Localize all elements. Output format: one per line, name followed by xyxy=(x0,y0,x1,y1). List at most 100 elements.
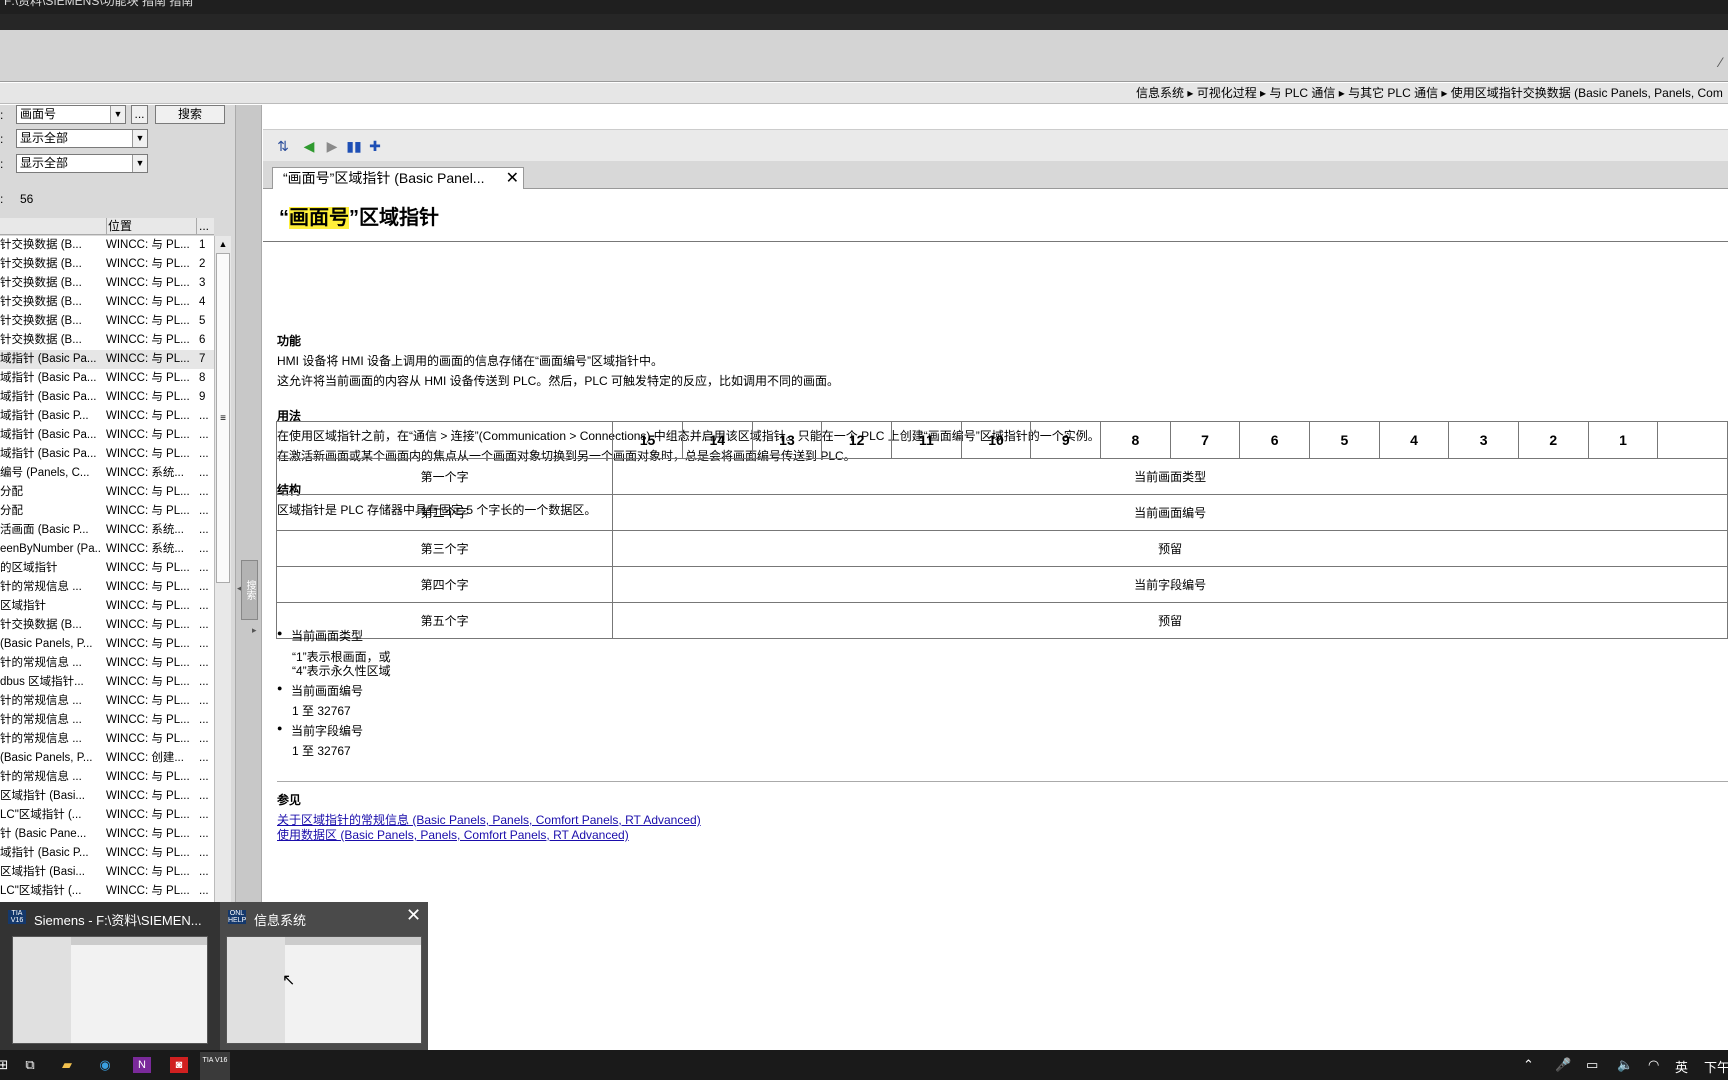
chevron-up-icon[interactable]: ▲ xyxy=(215,236,231,252)
result-row[interactable]: 针的常规信息 ... WINCC: 与 PL...... xyxy=(0,654,214,673)
column-more[interactable]: ... xyxy=(196,218,209,235)
chevron-down-icon[interactable]: ▼ xyxy=(110,106,125,123)
clock[interactable]: 下午 xyxy=(1704,1057,1728,1076)
result-row[interactable]: 针交换数据 (B... WINCC: 与 PL... 2 xyxy=(0,255,214,274)
bookmark-icon[interactable]: ▮▮ xyxy=(346,138,362,154)
search-input[interactable]: 画面号 ▼ xyxy=(16,105,126,124)
result-row[interactable]: (Basic Panels, P... WINCC: 创建...... xyxy=(0,749,214,768)
onenote-icon[interactable]: N xyxy=(133,1057,151,1073)
result-row[interactable]: 针的常规信息 ... WINCC: 与 PL...... xyxy=(0,578,214,597)
result-rank: 1 xyxy=(199,239,206,251)
show-hidden-icons-icon[interactable]: ⌃ xyxy=(1523,1057,1534,1073)
result-row[interactable]: 编号 (Panels, C... WINCC: 系统...... xyxy=(0,464,214,483)
result-row[interactable]: 针交换数据 (B... WINCC: 与 PL...... xyxy=(0,616,214,635)
result-row[interactable]: 域指针 (Basic Pa... WINCC: 与 PL... 9 xyxy=(0,388,214,407)
result-row[interactable]: 活画面 (Basic P... WINCC: 系统...... xyxy=(0,521,214,540)
microphone-icon[interactable]: 🎤 xyxy=(1555,1057,1571,1073)
app-red-icon[interactable]: ◙ xyxy=(170,1057,188,1073)
input-language[interactable]: 英 xyxy=(1675,1057,1688,1076)
result-row[interactable]: 域指针 (Basic P... WINCC: 与 PL...... xyxy=(0,844,214,863)
result-row[interactable]: 针交换数据 (B... WINCC: 与 PL... 3 xyxy=(0,274,214,293)
filter2-select[interactable]: 显示全部 ▼ xyxy=(16,154,148,173)
file-explorer-icon[interactable]: ▰ xyxy=(58,1057,76,1073)
search-button[interactable]: 搜索 xyxy=(155,105,225,124)
window-preview[interactable] xyxy=(226,936,422,1044)
thumbnail-help[interactable]: ONL HELP 信息系统 ✕ ↖ xyxy=(220,902,428,1050)
result-row[interactable]: eenByNumber (Pa... WINCC: 系统...... xyxy=(0,540,214,559)
edge-browser-icon[interactable]: ◉ xyxy=(96,1057,114,1073)
task-view-icon[interactable]: ⧉ xyxy=(21,1057,39,1073)
window-preview[interactable] xyxy=(12,936,208,1044)
battery-icon[interactable]: ▭ xyxy=(1586,1057,1598,1073)
breadcrumb-path[interactable]: 信息系统 ▸ 可视化过程 ▸ 与 PLC 通信 ▸ 与其它 PLC 通信 ▸ 使… xyxy=(1136,83,1723,103)
filter1-select[interactable]: 显示全部 ▼ xyxy=(16,129,148,148)
result-row[interactable]: 域指针 (Basic Pa... WINCC: 与 PL...... xyxy=(0,426,214,445)
column-location[interactable]: 位置 xyxy=(106,218,132,235)
result-row[interactable]: 的区域指针 WINCC: 与 PL...... xyxy=(0,559,214,578)
result-row[interactable]: 域指针 (Basic Pa... WINCC: 与 PL...... xyxy=(0,445,214,464)
result-row[interactable]: 区域指针 WINCC: 与 PL...... xyxy=(0,597,214,616)
close-icon[interactable]: ✕ xyxy=(506,168,519,189)
result-row[interactable]: 域指针 (Basic P... WINCC: 与 PL...... xyxy=(0,407,214,426)
result-location: WINCC: 系统... xyxy=(106,543,184,555)
search-options-button[interactable]: ... xyxy=(131,105,148,124)
result-location: WINCC: 与 PL... xyxy=(106,695,190,707)
result-row[interactable]: dbus 区域指针... WINCC: 与 PL...... xyxy=(0,673,214,692)
back-icon[interactable]: ◀ xyxy=(301,138,317,154)
result-title: (Basic Panels, P... xyxy=(0,638,93,650)
bit-header-row: 15 14 13 12 11 10 9 8 7 6 5 4 3 2 1 xyxy=(275,421,1728,459)
sync-toc-icon[interactable]: ⇅ xyxy=(275,138,291,154)
result-row[interactable]: 针 (Basic Pane... WINCC: 与 PL...... xyxy=(0,825,214,844)
scroll-thumb[interactable]: ≡ xyxy=(216,253,230,583)
result-row[interactable]: 针的常规信息 ... WINCC: 与 PL...... xyxy=(0,692,214,711)
result-title: 针交换数据 (B... xyxy=(0,277,82,289)
result-row[interactable]: 针交换数据 (B... WINCC: 与 PL... 6 xyxy=(0,331,214,350)
result-row[interactable]: 分配 WINCC: 与 PL...... xyxy=(0,502,214,521)
result-count: 56 xyxy=(20,192,34,206)
add-bookmark-icon[interactable]: ✚ xyxy=(367,138,383,154)
chevron-down-icon[interactable]: ▼ xyxy=(132,155,147,172)
link-data-area[interactable]: 使用数据区 (Basic Panels, Panels, Comfort Pan… xyxy=(277,826,629,843)
result-row[interactable]: 针的常规信息 ... WINCC: 与 PL...... xyxy=(0,730,214,749)
result-row[interactable]: LC"区域指针 (... WINCC: 与 PL...... xyxy=(0,806,214,825)
result-row[interactable]: 分配 WINCC: 与 PL...... xyxy=(0,483,214,502)
start-icon[interactable]: ⊞ xyxy=(0,1057,12,1073)
word-label: 第三个字 xyxy=(275,530,614,567)
result-row[interactable]: 区域指针 (Basi... WINCC: 与 PL...... xyxy=(0,787,214,806)
window-title-bar: F:\资料\SIEMENS\功能块 指南 指南 xyxy=(0,0,1728,14)
result-row[interactable]: 区域指针 (Basi... WINCC: 与 PL...... xyxy=(0,863,214,882)
divider xyxy=(263,241,1728,242)
wifi-icon[interactable]: ◠ xyxy=(1648,1057,1659,1073)
chevron-down-icon[interactable]: ▼ xyxy=(132,130,147,147)
page-title: “画面号”区域指针 xyxy=(279,201,439,230)
taskbar-thumbnail-popup: TIA V16 Siemens - F:\资料\SIEMEN... ONL HE… xyxy=(0,902,428,1050)
close-icon[interactable]: ✕ xyxy=(406,905,421,926)
result-row[interactable]: LC"区域指针 (... WINCC: 与 PL...... xyxy=(0,882,214,901)
structure-table: 15 14 13 12 11 10 9 8 7 6 5 4 3 2 1 第一个字 当前画面类型 第二个字 当前画面… xyxy=(275,421,1728,639)
results-header: 位置 ... xyxy=(0,218,214,235)
title-highlight: 画面号 xyxy=(289,207,349,229)
ribbon: ⁄ xyxy=(0,30,1728,82)
chevron-right-icon[interactable]: ▸ xyxy=(252,625,257,636)
result-title: LC"区域指针 (... xyxy=(0,809,82,821)
result-row[interactable]: 针交换数据 (B... WINCC: 与 PL... 4 xyxy=(0,293,214,312)
volume-icon[interactable]: 🔈 xyxy=(1617,1057,1633,1073)
sidebar-collapse-tab[interactable]: 搜索 xyxy=(241,560,258,620)
result-row[interactable]: 域指针 (Basic Pa... WINCC: 与 PL... 7 xyxy=(0,350,214,369)
result-title: 针交换数据 (B... xyxy=(0,239,82,251)
thumbnail-siemens[interactable]: TIA V16 Siemens - F:\资料\SIEMEN... xyxy=(0,902,214,1050)
result-row[interactable]: (Basic Panels, P... WINCC: 与 PL...... xyxy=(0,635,214,654)
para-function-1: HMI 设备将 HMI 设备上调用的画面的信息存储在“画面编号”区域指针中。 xyxy=(277,354,663,368)
resize-grip-icon[interactable]: ⁄ xyxy=(1720,54,1722,70)
tia-portal-taskbar-icon[interactable]: TIA V16 xyxy=(200,1052,230,1080)
tab-screen-number[interactable]: “画面号”区域指针 (Basic Panel... ✕ xyxy=(272,167,524,189)
structure-row: 第二个字 当前画面编号 xyxy=(275,494,1728,531)
result-row[interactable]: 域指针 (Basic Pa... WINCC: 与 PL... 8 xyxy=(0,369,214,388)
result-row[interactable]: 针交换数据 (B... WINCC: 与 PL... 1 xyxy=(0,236,214,255)
result-row[interactable]: 针交换数据 (B... WINCC: 与 PL... 5 xyxy=(0,312,214,331)
forward-icon[interactable]: ▶ xyxy=(324,138,340,154)
result-row[interactable]: 针的常规信息 ... WINCC: 与 PL...... xyxy=(0,768,214,787)
result-location: WINCC: 与 PL... xyxy=(106,296,190,308)
result-row[interactable]: 针的常规信息 ... WINCC: 与 PL...... xyxy=(0,711,214,730)
result-location: WINCC: 与 PL... xyxy=(106,714,190,726)
